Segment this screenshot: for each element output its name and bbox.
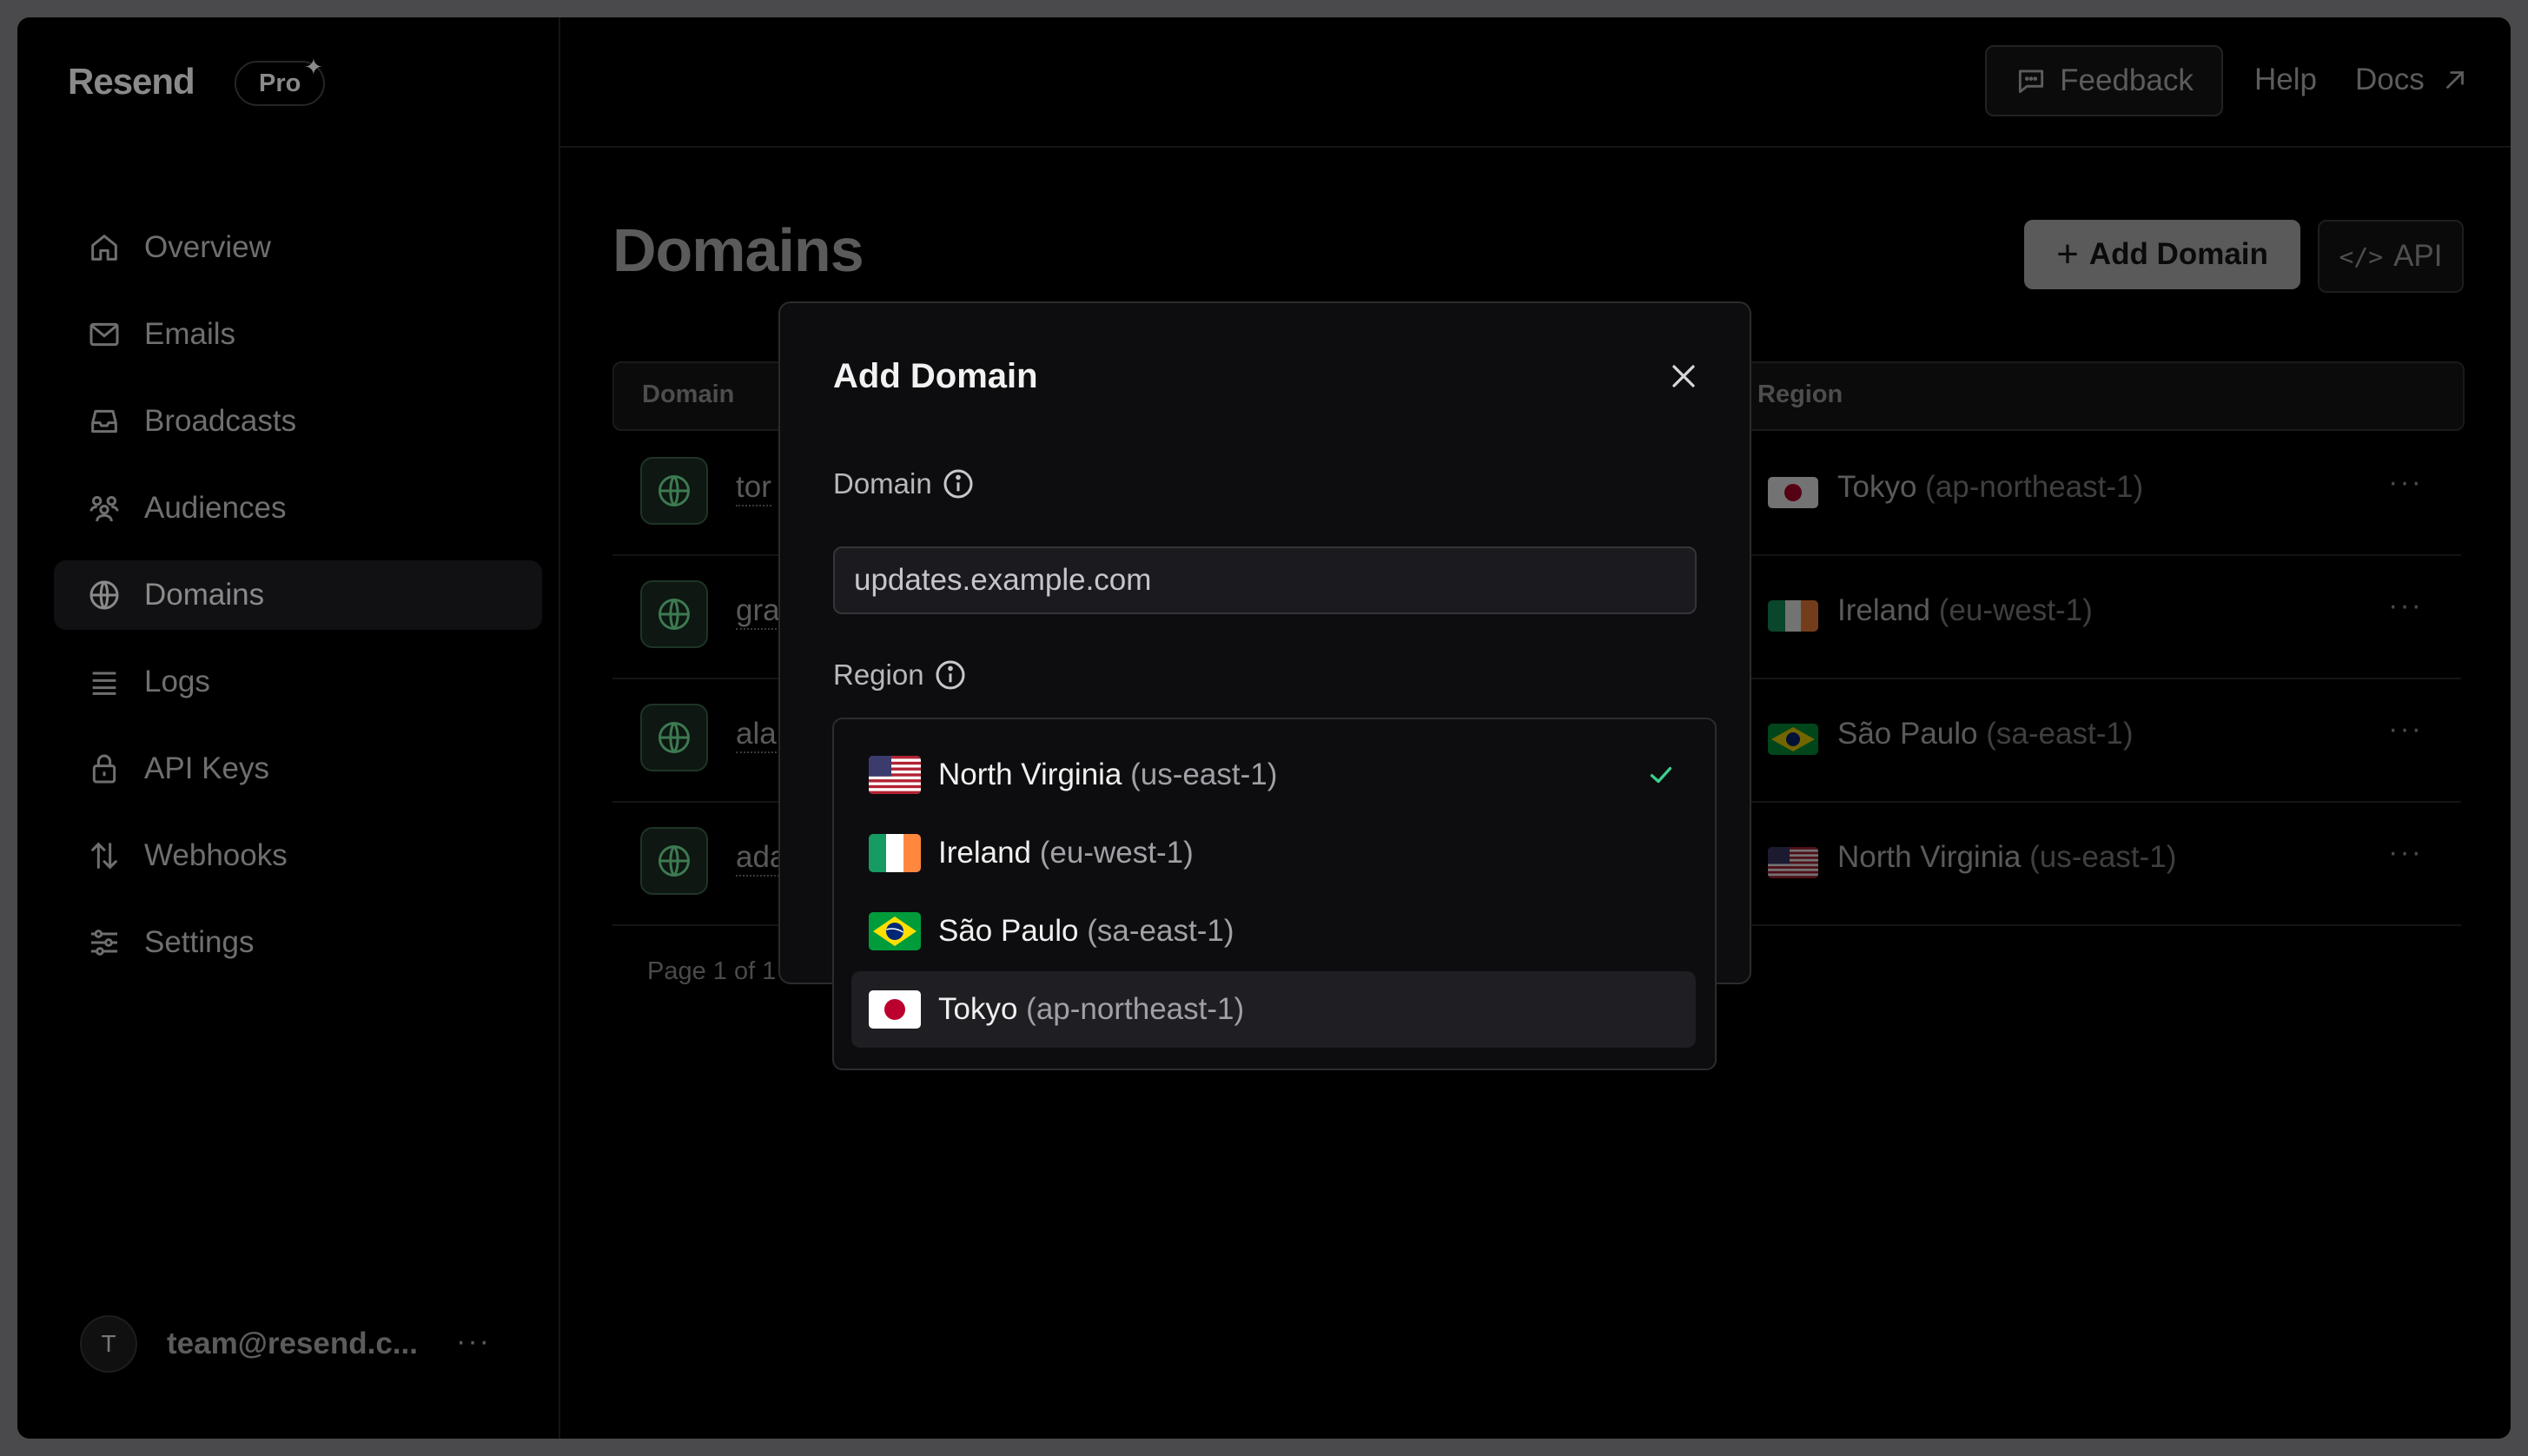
plus-icon: + <box>2056 233 2079 275</box>
sidebar: Resend Pro ✦ Overview Emails Broadcasts … <box>17 17 560 1439</box>
app-window: Resend Pro ✦ Overview Emails Broadcasts … <box>17 17 2511 1439</box>
row-more-icon[interactable]: ··· <box>2388 712 2423 746</box>
globe-icon <box>640 827 708 895</box>
domain-name[interactable]: gra <box>736 593 780 630</box>
region-option-ap-northeast-1[interactable]: Tokyo (ap-northeast-1) <box>851 971 1696 1048</box>
info-icon[interactable] <box>933 658 968 692</box>
help-link[interactable]: Help <box>2254 63 2317 97</box>
sidebar-item-audiences[interactable]: Audiences <box>54 473 542 543</box>
sidebar-item-webhooks[interactable]: Webhooks <box>54 821 542 890</box>
sidebar-item-label: Emails <box>144 317 236 351</box>
region-field-label: Region <box>833 658 968 692</box>
region-option-us-east-1[interactable]: North Virginia (us-east-1) <box>851 737 1696 813</box>
row-more-icon[interactable]: ··· <box>2388 836 2423 870</box>
region-option-eu-west-1[interactable]: Ireland (eu-west-1) <box>851 815 1696 891</box>
column-header-domain: Domain <box>642 381 735 408</box>
usa-flag-icon <box>1768 847 1818 878</box>
check-icon <box>1650 766 1672 784</box>
feedback-label: Feedback <box>2060 63 2194 97</box>
sidebar-item-label: Webhooks <box>144 838 288 872</box>
mail-icon <box>89 322 119 347</box>
pagination-text: Page 1 of 1 <box>647 957 777 985</box>
sidebar-item-settings[interactable]: Settings <box>54 908 542 977</box>
sidebar-item-label: Domains <box>144 578 265 612</box>
sidebar-item-label: Logs <box>144 665 210 698</box>
brazil-flag-icon <box>869 912 921 950</box>
sidebar-item-domains[interactable]: Domains <box>54 560 542 630</box>
dialog-title: Add Domain <box>833 357 1038 395</box>
domain-name[interactable]: tor <box>736 470 771 506</box>
external-link-icon <box>2445 71 2464 89</box>
sidebar-item-emails[interactable]: Emails <box>54 300 542 369</box>
option-label: Tokyo (ap-northeast-1) <box>938 992 1245 1026</box>
globe-icon <box>640 457 708 525</box>
globe-icon <box>89 580 119 610</box>
region-text: Tokyo (ap-northeast-1) <box>1837 470 2144 504</box>
usa-flag-icon <box>869 756 921 794</box>
domain-field-label: Domain <box>833 467 976 501</box>
row-more-icon[interactable]: ··· <box>2388 466 2423 500</box>
inbox-icon <box>91 409 117 433</box>
globe-icon <box>640 704 708 771</box>
docs-label: Docs <box>2355 63 2425 96</box>
lock-icon <box>92 754 116 784</box>
domain-name[interactable]: ala <box>736 717 777 753</box>
sidebar-item-label: API Keys <box>144 751 269 785</box>
add-domain-button[interactable]: + Add Domain <box>2024 220 2300 289</box>
sidebar-item-broadcasts[interactable]: Broadcasts <box>54 387 542 456</box>
row-more-icon[interactable]: ··· <box>2388 589 2423 623</box>
japan-flag-icon <box>1768 477 1818 508</box>
list-icon <box>92 672 116 695</box>
ireland-flag-icon <box>869 834 921 872</box>
sliders-icon <box>91 930 117 956</box>
sidebar-item-api-keys[interactable]: API Keys <box>54 734 542 804</box>
sidebar-item-label: Settings <box>144 925 255 959</box>
brazil-flag-icon <box>1768 724 1818 755</box>
home-icon <box>91 235 117 261</box>
sidebar-item-logs[interactable]: Logs <box>54 647 542 717</box>
top-bar: Feedback Help Docs <box>560 17 2511 148</box>
region-dropdown[interactable]: North Virginia (us-east-1) Ireland (eu-w… <box>832 718 1717 1070</box>
sparkle-icon: ✦ <box>304 54 323 80</box>
docs-link[interactable]: Docs <box>2355 63 2470 97</box>
chat-icon <box>2019 69 2044 94</box>
region-text: North Virginia (us-east-1) <box>1837 840 2177 874</box>
option-label: São Paulo (sa-east-1) <box>938 914 1234 948</box>
region-text: Ireland (eu-west-1) <box>1837 593 2093 627</box>
add-domain-label: Add Domain <box>2088 237 2268 271</box>
sidebar-item-label: Broadcasts <box>144 404 297 438</box>
feedback-button[interactable]: Feedback <box>1985 45 2223 116</box>
sidebar-item-label: Audiences <box>144 491 287 525</box>
app-logo[interactable]: Resend <box>68 61 195 103</box>
japan-flag-icon <box>869 990 921 1029</box>
code-icon: </> <box>2339 242 2384 271</box>
api-button[interactable]: </> API <box>2318 220 2464 293</box>
ireland-flag-icon <box>1768 600 1818 632</box>
column-header-region: Region <box>1757 381 1843 408</box>
option-label: North Virginia (us-east-1) <box>938 758 1278 791</box>
globe-icon <box>640 580 708 648</box>
users-icon <box>89 496 119 522</box>
avatar: T <box>80 1315 137 1373</box>
user-menu[interactable]: T team@resend.c... <box>80 1315 418 1373</box>
user-email: team@resend.c... <box>167 1327 418 1360</box>
api-label: API <box>2393 239 2443 273</box>
option-label: Ireland (eu-west-1) <box>938 836 1194 870</box>
info-icon[interactable] <box>941 467 976 501</box>
sidebar-item-label: Overview <box>144 230 271 264</box>
domain-input[interactable] <box>833 546 1697 614</box>
page-title: Domains <box>612 216 864 284</box>
user-more-icon[interactable]: ··· <box>456 1325 491 1359</box>
close-icon[interactable] <box>1664 357 1703 395</box>
region-option-sa-east-1[interactable]: São Paulo (sa-east-1) <box>851 893 1696 970</box>
sidebar-item-overview[interactable]: Overview <box>54 213 542 282</box>
arrows-icon <box>91 842 117 870</box>
region-text: São Paulo (sa-east-1) <box>1837 717 2134 751</box>
